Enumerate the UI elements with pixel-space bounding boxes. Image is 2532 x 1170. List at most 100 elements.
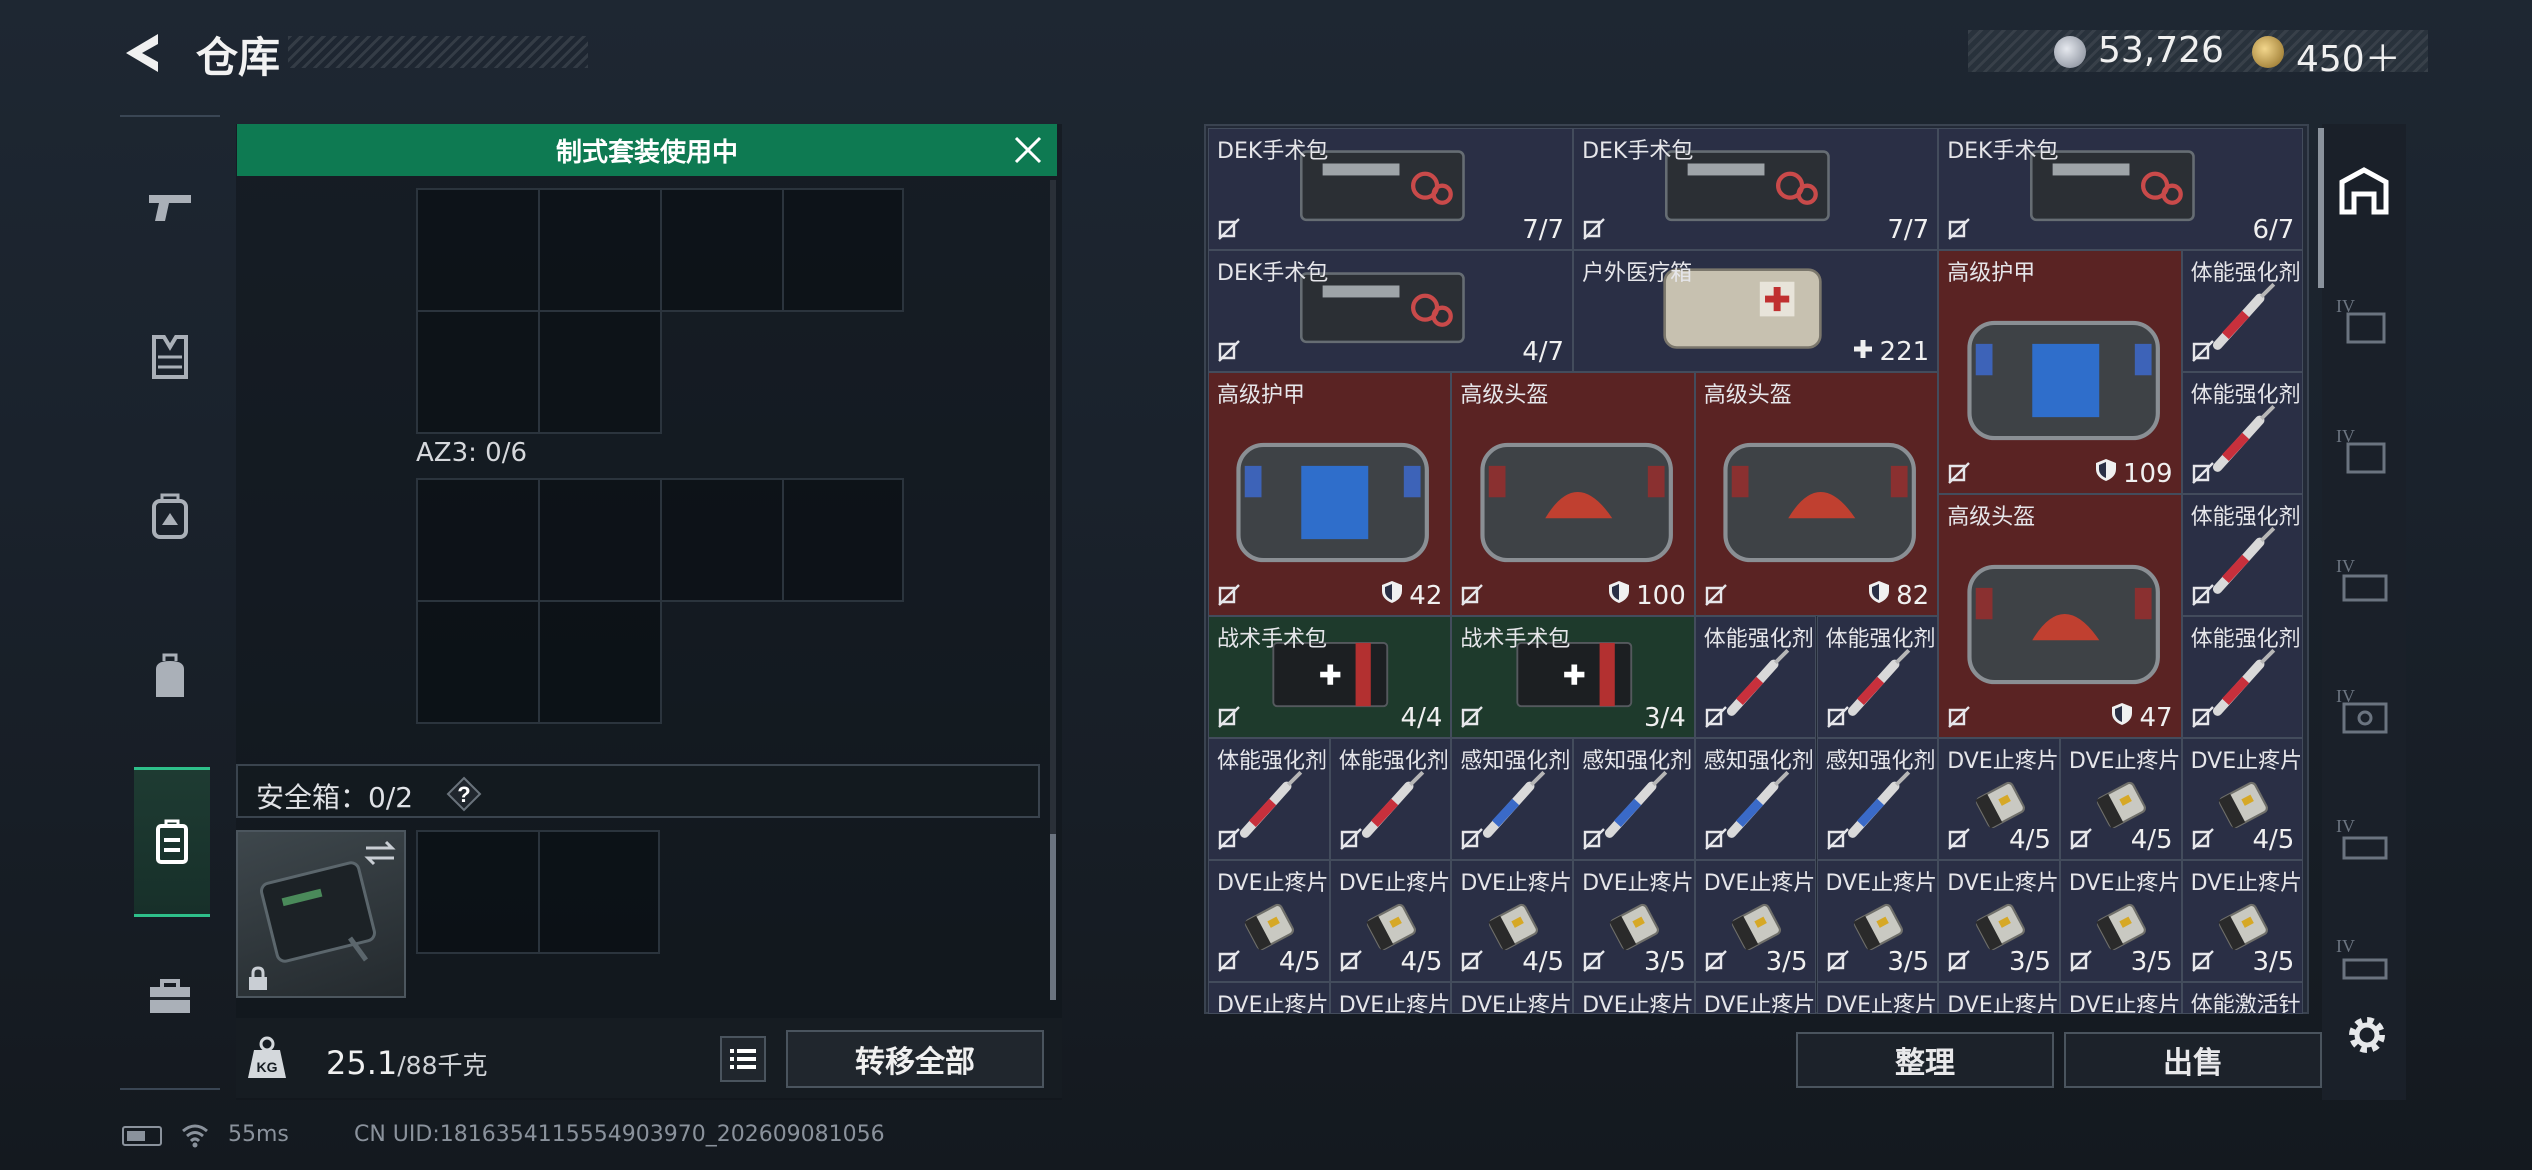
item-count: 6/7 — [2252, 215, 2294, 245]
unsellable-icon — [1704, 827, 1728, 851]
inventory-item[interactable]: DVE止疼片 — [1938, 982, 2060, 1014]
list-view-button[interactable] — [720, 1036, 766, 1082]
inventory-item[interactable]: DVE止疼片 4/5 — [1329, 860, 1452, 982]
inventory-item[interactable]: 高级头盔 47 — [1938, 494, 2182, 738]
tier4-case-icon[interactable]: IV — [2334, 290, 2394, 350]
inventory-item[interactable]: 战术手术包 4/4 — [1208, 616, 1452, 738]
item-count-value: 4/5 — [2130, 825, 2173, 855]
inventory-item[interactable]: DVE止疼片 3/5 — [1816, 860, 1939, 982]
vest-icon[interactable] — [120, 317, 220, 397]
transfer-all-button[interactable]: 转移全部 — [786, 1030, 1044, 1088]
sort-button[interactable]: 整理 — [1796, 1032, 2054, 1088]
unsellable-icon — [1460, 949, 1484, 973]
safe-case-icon[interactable] — [134, 767, 210, 917]
inventory-item[interactable]: DVE止疼片 — [2059, 982, 2182, 1014]
heal-plus-icon — [1852, 337, 1874, 367]
backpack-icon[interactable] — [120, 637, 220, 717]
close-icon[interactable] — [1008, 130, 1048, 170]
item-name: DVE止疼片 — [1460, 871, 1572, 896]
tier4-crate-icon[interactable]: IV — [2334, 550, 2394, 610]
inventory-item[interactable]: 体能强化剂 — [1816, 616, 1939, 738]
inventory-item[interactable]: 感知强化剂 — [1694, 738, 1817, 860]
unsellable-icon — [1826, 949, 1850, 973]
inventory-item[interactable]: DEK手术包 7/7 — [1573, 128, 1939, 250]
inventory-item[interactable]: 户外医疗箱 221 — [1573, 250, 1939, 372]
inventory-item[interactable]: 体能强化剂 — [2181, 494, 2304, 616]
pistol-icon[interactable] — [120, 167, 220, 247]
inventory-item[interactable]: DVE止疼片 — [1816, 982, 1939, 1014]
inventory-item[interactable]: DVE止疼片 — [1573, 982, 1695, 1014]
inventory-item[interactable]: DVE止疼片 — [1694, 982, 1817, 1014]
inventory-item[interactable]: 高级护甲 42 — [1208, 372, 1452, 616]
inventory-item[interactable]: DVE止疼片 — [1208, 982, 1330, 1014]
inventory-item[interactable]: DVE止疼片 3/5 — [1694, 860, 1817, 982]
help-icon[interactable]: ? — [446, 776, 482, 812]
inventory-item[interactable]: 高级护甲 109 — [1938, 250, 2182, 494]
item-count: 7/7 — [1522, 215, 1564, 245]
item-count-value: 47 — [2139, 702, 2173, 733]
safe-box-label: 安全箱：0/2 — [256, 781, 414, 814]
inventory-item[interactable]: DVE止疼片 3/5 — [1938, 860, 2060, 982]
item-name: DVE止疼片 — [1582, 993, 1694, 1014]
inventory-item[interactable]: 体能强化剂 — [2181, 250, 2304, 372]
item-name: DEK手术包 — [1217, 139, 1329, 164]
item-name: 体能强化剂 — [2190, 261, 2301, 286]
swap-icon[interactable] — [362, 838, 398, 868]
inventory-item[interactable]: 体能强化剂 — [1208, 738, 1330, 860]
item-count-value: 3/4 — [1643, 703, 1686, 733]
item-count-value: 3/5 — [1887, 947, 1930, 977]
inventory-item[interactable]: DEK手术包 7/7 — [1208, 128, 1574, 250]
left-scroll-thumb[interactable] — [1050, 834, 1056, 1000]
settings-icon[interactable] — [2342, 1010, 2392, 1060]
item-count: 109 — [2095, 458, 2173, 489]
inventory-item[interactable]: DVE止疼片 4/5 — [1451, 860, 1574, 982]
item-name: DVE止疼片 — [1703, 871, 1816, 896]
item-count: 3/5 — [2131, 947, 2173, 977]
back-icon[interactable] — [118, 28, 168, 78]
tier4-box-icon[interactable]: IV — [2334, 420, 2394, 480]
silver-amount: 53,726 — [2098, 30, 2224, 71]
inventory-item[interactable]: 感知强化剂 — [1573, 738, 1695, 860]
inventory-item[interactable]: DVE止疼片 3/5 — [1573, 860, 1695, 982]
battery-icon — [122, 1126, 162, 1146]
unsellable-icon — [2191, 583, 2215, 607]
item-count: 4/4 — [1401, 703, 1443, 733]
inventory-item[interactable]: 感知强化剂 — [1451, 738, 1574, 860]
inventory-item[interactable]: DVE止疼片 4/5 — [1938, 738, 2060, 860]
svg-text:IV: IV — [2336, 936, 2355, 956]
chest-rig-icon[interactable] — [120, 477, 220, 557]
inventory-item[interactable]: DEK手术包 6/7 — [1938, 128, 2304, 250]
tier4-tool-icon[interactable]: IV — [2334, 810, 2394, 870]
tier4-safe-icon[interactable]: IV — [2334, 680, 2394, 740]
inventory-item[interactable]: 体能强化剂 — [2181, 616, 2304, 738]
inventory-item[interactable]: 体能激活针 — [2181, 982, 2304, 1014]
inventory-item[interactable]: DVE止疼片 3/5 — [2059, 860, 2182, 982]
inventory-item[interactable]: 高级头盔 82 — [1694, 372, 1939, 616]
gold-amount[interactable]: 450＋ — [2296, 30, 2401, 82]
inventory-item[interactable]: DVE止疼片 — [1329, 982, 1452, 1014]
warehouse-icon[interactable] — [2334, 162, 2394, 222]
inventory-item[interactable]: 感知强化剂 — [1816, 738, 1939, 860]
unsellable-icon — [1460, 583, 1484, 607]
warehouse-scrollbar[interactable] — [2318, 128, 2324, 288]
tier4-chest-icon[interactable]: IV — [2334, 930, 2394, 990]
sell-button[interactable]: 出售 — [2064, 1032, 2322, 1088]
inventory-item[interactable]: DVE止疼片 4/5 — [2059, 738, 2182, 860]
item-count-value: 7/7 — [1522, 215, 1565, 245]
inventory-item[interactable]: 高级头盔 100 — [1451, 372, 1695, 616]
inventory-item[interactable]: 体能强化剂 — [1329, 738, 1452, 860]
inventory-item[interactable]: DVE止疼片 4/5 — [2181, 738, 2304, 860]
inventory-item[interactable]: 战术手术包 3/4 — [1451, 616, 1695, 738]
toolbox-icon[interactable] — [120, 957, 220, 1037]
inventory-item[interactable]: DVE止疼片 3/5 — [2181, 860, 2304, 982]
inventory-item[interactable]: DVE止疼片 — [1451, 982, 1574, 1014]
inventory-item[interactable]: 体能强化剂 — [1694, 616, 1817, 738]
gold-coin-icon[interactable] — [2252, 36, 2284, 68]
item-count: 3/5 — [2252, 947, 2294, 977]
inventory-item[interactable]: 体能强化剂 — [2181, 372, 2304, 494]
unsellable-icon — [1339, 827, 1363, 851]
inventory-item[interactable]: DEK手术包 4/7 — [1208, 250, 1574, 372]
item-count: 3/5 — [1766, 947, 1808, 977]
inventory-item[interactable]: DVE止疼片 4/5 — [1208, 860, 1330, 982]
durability-shield-icon — [1381, 580, 1403, 611]
